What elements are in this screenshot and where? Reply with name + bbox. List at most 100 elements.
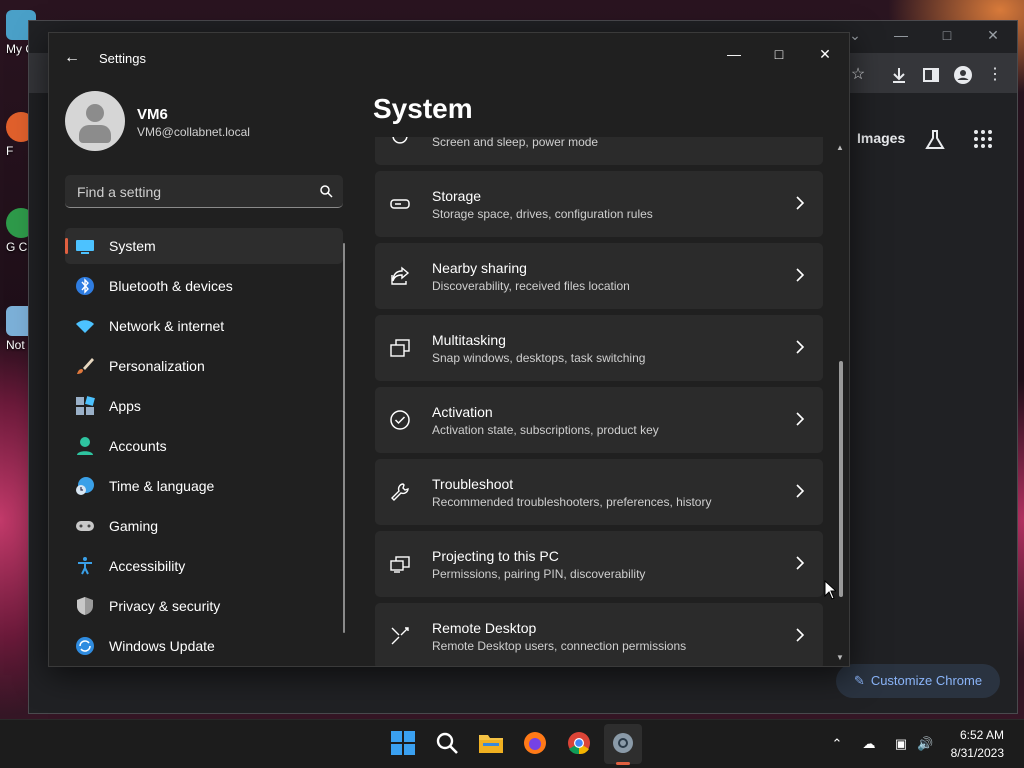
search-icon[interactable]	[319, 184, 333, 198]
settings-app-icon[interactable]	[610, 730, 636, 756]
content-scrollbar-thumb[interactable]	[839, 361, 843, 597]
card-subtitle: Snap windows, desktops, task switching	[432, 351, 646, 365]
user-email: VM6@collabnet.local	[137, 125, 250, 139]
sidebar-item-label: Time & language	[109, 478, 215, 494]
power-icon	[392, 137, 408, 144]
settings-window[interactable]: ← Settings — □ ✕ VM6 VM6@collabnet.local…	[48, 32, 850, 667]
wrench-icon	[391, 483, 409, 501]
desktop-icon-label: F	[6, 144, 14, 158]
sidebar-item-gaming[interactable]: Gaming	[65, 508, 343, 544]
globe-clock-icon	[76, 477, 94, 495]
onedrive-offline-icon[interactable]: ☁	[861, 736, 877, 752]
volume-icon[interactable]: 🔊	[917, 736, 933, 752]
sidebar-item-privacy[interactable]: Privacy & security	[65, 588, 343, 624]
card-troubleshoot[interactable]: Troubleshoot Recommended troubleshooters…	[375, 459, 823, 525]
card-title: Remote Desktop	[432, 620, 537, 636]
chevron-right-icon	[796, 556, 805, 570]
sidebar-item-accounts[interactable]: Accounts	[65, 428, 343, 464]
chevron-right-icon	[796, 268, 805, 282]
apps-grid-icon[interactable]	[973, 129, 993, 149]
desktop-icon-label: G Cl	[6, 240, 30, 254]
gamepad-icon	[76, 521, 94, 531]
back-button[interactable]: ←	[61, 47, 83, 69]
maximize-button[interactable]: □	[937, 27, 957, 43]
share-icon	[391, 266, 410, 285]
system-icon	[76, 240, 94, 254]
card-power[interactable]: Screen and sleep, power mode	[375, 137, 823, 165]
update-icon	[76, 637, 94, 655]
chevron-right-icon	[796, 340, 805, 354]
sidebar-item-time-language[interactable]: Time & language	[65, 468, 343, 504]
search-box[interactable]	[65, 175, 343, 209]
card-storage[interactable]: Storage Storage space, drives, configura…	[375, 171, 823, 237]
more-menu-icon[interactable]: ⋮	[985, 65, 1005, 85]
minimize-button[interactable]: —	[891, 27, 911, 43]
chevron-right-icon	[796, 412, 805, 426]
card-multitasking[interactable]: Multitasking Snap windows, desktops, tas…	[375, 315, 823, 381]
chrome-icon[interactable]	[566, 730, 592, 756]
network-icon[interactable]: ▣	[893, 736, 909, 752]
side-panel-icon[interactable]	[921, 65, 941, 85]
windows-start-icon[interactable]	[390, 730, 416, 756]
pencil-icon: ✎	[853, 673, 865, 688]
accessibility-icon	[78, 557, 92, 575]
sidebar-item-label: Gaming	[109, 518, 159, 534]
user-name: VM6	[137, 106, 168, 123]
sidebar-item-label: Personalization	[109, 358, 205, 374]
taskbar: ⌃ ☁ ▣ 🔊 6:52 AM 8/31/2023	[0, 719, 1024, 768]
close-button[interactable]: ✕	[810, 41, 840, 67]
profile-icon[interactable]	[953, 65, 973, 85]
scroll-down-arrow-icon[interactable]: ▼	[836, 653, 844, 662]
mouse-cursor-icon	[824, 580, 836, 600]
clock-date[interactable]: 8/31/2023	[951, 746, 1004, 760]
sidebar-item-apps[interactable]: Apps	[65, 388, 343, 424]
card-subtitle: Remote Desktop users, connection permiss…	[432, 639, 687, 653]
search-input[interactable]	[75, 175, 309, 209]
sidebar-item-windows-update[interactable]: Windows Update	[65, 628, 343, 664]
card-title: Troubleshoot	[432, 476, 514, 492]
sidebar-item-accessibility[interactable]: Accessibility	[65, 548, 343, 584]
sidebar-item-bluetooth[interactable]: Bluetooth & devices	[65, 268, 343, 304]
sidebar-scrollbar[interactable]	[343, 243, 345, 633]
sidebar-item-label: Windows Update	[109, 638, 215, 654]
card-projecting[interactable]: Projecting to this PC Permissions, pairi…	[375, 531, 823, 597]
account-icon	[77, 437, 93, 455]
card-remote-desktop[interactable]: Remote Desktop Remote Desktop users, con…	[375, 603, 823, 666]
chevron-right-icon	[796, 196, 805, 210]
file-explorer-icon[interactable]	[478, 730, 504, 756]
storage-icon	[390, 199, 410, 209]
minimize-button[interactable]: —	[719, 41, 749, 67]
avatar[interactable]	[65, 91, 125, 151]
images-link[interactable]: Images	[857, 130, 905, 146]
card-activation[interactable]: Activation Activation state, subscriptio…	[375, 387, 823, 453]
clock-time[interactable]: 6:52 AM	[960, 728, 1004, 742]
window-title: Settings	[99, 51, 146, 66]
sidebar-item-system[interactable]: System	[65, 228, 343, 264]
wifi-icon	[76, 320, 94, 333]
active-indicator	[65, 238, 68, 254]
scroll-up-arrow-icon[interactable]: ▲	[836, 143, 844, 152]
download-icon[interactable]	[889, 65, 909, 85]
chevron-up-icon[interactable]: ⌃	[829, 736, 845, 752]
card-nearby-sharing[interactable]: Nearby sharing Discoverability, received…	[375, 243, 823, 309]
search-icon[interactable]	[434, 730, 460, 756]
labs-flask-icon[interactable]	[924, 129, 946, 151]
customize-chrome-label: Customize Chrome	[870, 673, 983, 688]
customize-chrome-button[interactable]: ✎ Customize Chrome	[836, 664, 1000, 698]
sidebar-item-personalization[interactable]: Personalization	[65, 348, 343, 384]
card-subtitle: Permissions, pairing PIN, discoverabilit…	[432, 567, 646, 581]
page-title: System	[373, 93, 473, 124]
sidebar-item-network[interactable]: Network & internet	[65, 308, 343, 344]
maximize-button[interactable]: □	[764, 41, 794, 67]
card-title: Nearby sharing	[432, 260, 527, 276]
firefox-icon[interactable]	[522, 730, 548, 756]
star-bookmark-icon[interactable]: ☆	[848, 65, 868, 85]
sidebar-item-label: System	[109, 238, 156, 254]
project-icon	[390, 556, 410, 573]
desktop-icon-label: Not	[6, 338, 25, 352]
shield-icon	[77, 597, 93, 615]
card-subtitle: Discoverability, received files location	[432, 279, 630, 293]
card-subtitle: Storage space, drives, configuration rul…	[432, 207, 653, 221]
close-button[interactable]: ✕	[983, 27, 1003, 44]
sidebar-item-label: Network & internet	[109, 318, 225, 334]
